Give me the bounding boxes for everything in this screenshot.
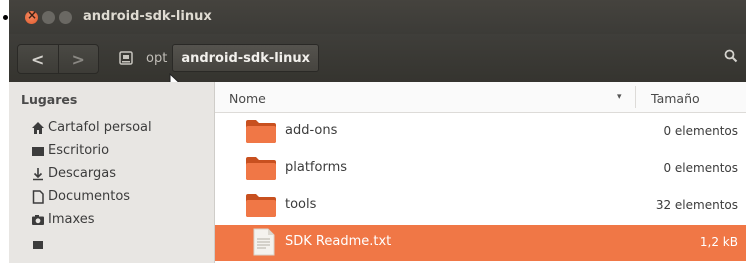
minimize-window-button[interactable]: [42, 11, 55, 24]
title-bar: android-sdk-linux: [9, 0, 746, 34]
sidebar-item-label: Cartafol persoal: [48, 120, 152, 135]
sidebar-item-label: Escritorio: [48, 143, 110, 158]
desktop-icon: [31, 144, 45, 158]
file-list: Nome ▾ Tamaño add-ons 0 elementos platfo…: [215, 82, 746, 263]
breadcrumb-drive-button[interactable]: [111, 44, 141, 72]
breadcrumb-android-sdk-linux[interactable]: android-sdk-linux: [172, 44, 320, 72]
search-icon: [724, 49, 738, 63]
text-file-icon: [253, 228, 275, 256]
sidebar-item-label: Imaxes: [48, 212, 95, 227]
file-row[interactable]: tools 32 elementos: [215, 188, 746, 224]
list-bullet: [3, 15, 8, 20]
toolbar: < > opt android-sdk-linux: [9, 34, 746, 82]
breadcrumb: opt android-sdk-linux: [111, 44, 320, 72]
sidebar-item-home[interactable]: Cartafol persoal: [31, 120, 152, 135]
music-icon: [31, 238, 45, 252]
search-button[interactable]: [724, 48, 738, 67]
column-divider[interactable]: [635, 86, 636, 108]
breadcrumb-opt[interactable]: opt: [141, 44, 172, 72]
drive-icon: [119, 51, 133, 65]
file-row-selected[interactable]: SDK Readme.txt 1,2 kB: [215, 225, 746, 261]
file-name: tools: [285, 197, 317, 212]
file-size: 32 elementos: [655, 198, 738, 212]
window-title: android-sdk-linux: [83, 9, 212, 24]
folder-icon: [246, 120, 276, 143]
download-icon: [31, 167, 45, 181]
sidebar-item-label: Documentos: [48, 189, 131, 204]
document-icon: [31, 189, 45, 204]
forward-button[interactable]: >: [57, 45, 99, 73]
folder-icon: [246, 194, 276, 217]
file-size: 0 elementos: [663, 161, 738, 175]
file-name: add-ons: [285, 123, 338, 138]
file-name: platforms: [285, 160, 348, 175]
home-icon: [31, 121, 45, 135]
file-size: 1,2 kB: [699, 235, 738, 249]
sidebar-header: Lugares: [21, 92, 78, 107]
column-header: Nome ▾ Tamaño: [215, 82, 746, 113]
column-name-header[interactable]: Nome: [229, 91, 266, 106]
sidebar-item-partial[interactable]: [31, 238, 48, 252]
camera-icon: [31, 213, 45, 227]
column-size-header[interactable]: Tamaño: [651, 91, 700, 106]
sidebar-item-documents[interactable]: Documentos: [31, 189, 130, 204]
sidebar-item-downloads[interactable]: Descargas: [31, 166, 116, 181]
file-row[interactable]: add-ons 0 elementos: [215, 114, 746, 150]
back-button[interactable]: <: [18, 45, 58, 73]
maximize-window-button[interactable]: [59, 11, 72, 24]
folder-icon: [246, 157, 276, 180]
close-window-button[interactable]: [25, 8, 38, 24]
sidebar: Lugares Cartafol persoal Escritorio Desc…: [9, 82, 215, 263]
file-name: SDK Readme.txt: [285, 234, 392, 249]
file-size: 0 elementos: [663, 124, 738, 138]
file-manager-window: android-sdk-linux < > opt android-sdk-li…: [9, 0, 746, 263]
file-row[interactable]: platforms 0 elementos: [215, 151, 746, 187]
sidebar-item-pictures[interactable]: Imaxes: [31, 212, 95, 227]
navigation-buttons: < >: [17, 44, 99, 74]
sort-descending-icon: ▾: [617, 92, 622, 102]
sidebar-item-desktop[interactable]: Escritorio: [31, 143, 109, 158]
sidebar-item-label: Descargas: [48, 166, 117, 181]
